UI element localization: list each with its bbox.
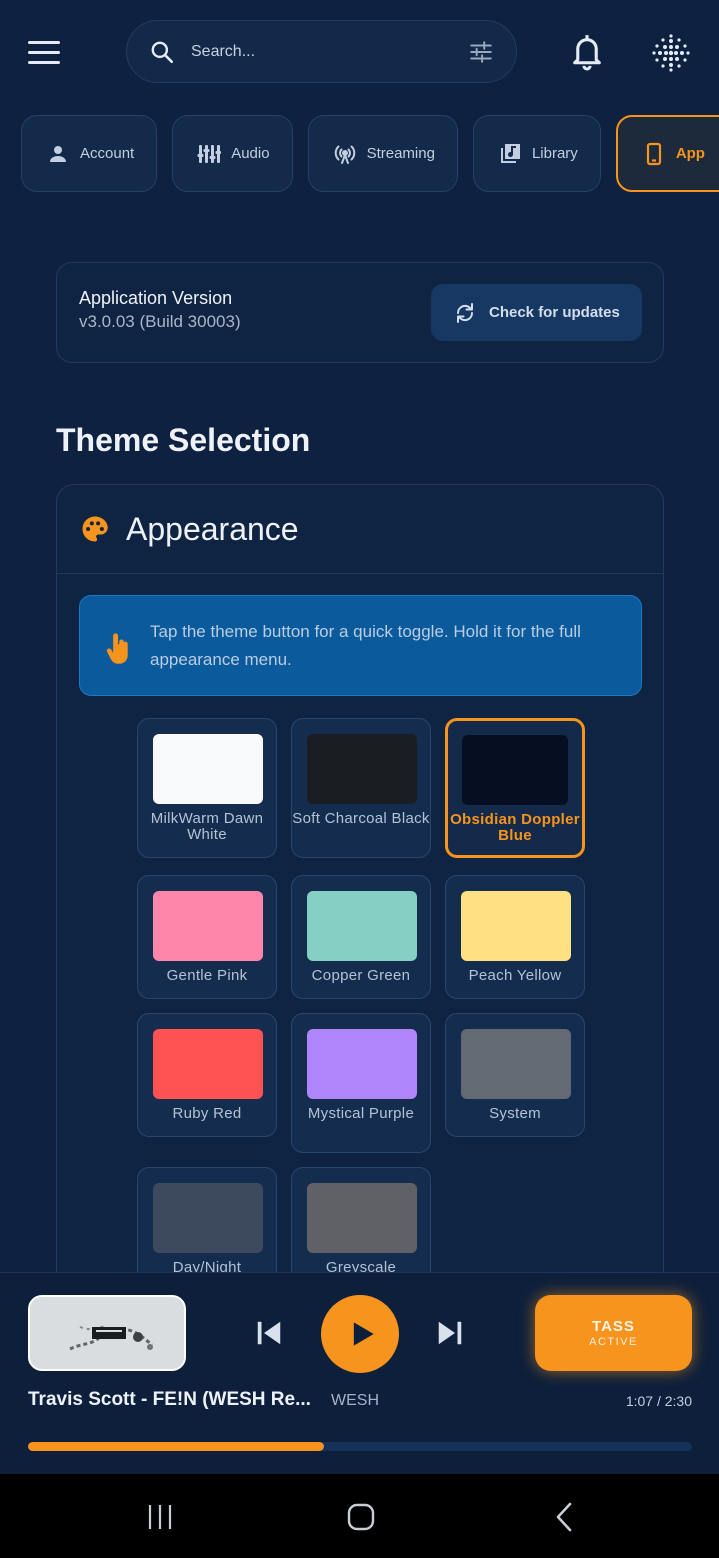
play-icon xyxy=(353,1322,374,1346)
theme-swatch xyxy=(461,1029,571,1099)
tab-label: App xyxy=(675,145,705,162)
phone-icon xyxy=(646,142,661,165)
theme-label: Peach Yellow xyxy=(468,967,562,984)
filter-icon[interactable] xyxy=(468,39,494,65)
tab-library[interactable]: Library xyxy=(472,115,601,192)
theme-swatch xyxy=(307,1183,417,1253)
tass-label: TASS xyxy=(592,1318,635,1335)
progress-fill xyxy=(28,1442,325,1451)
menu-icon[interactable] xyxy=(28,34,70,70)
theme-label: System xyxy=(489,1105,541,1122)
track-artist: WESH xyxy=(331,1392,379,1409)
album-art[interactable] xyxy=(28,1295,186,1371)
system-nav-bar xyxy=(0,1474,719,1558)
check-updates-button[interactable]: Check for updates xyxy=(431,284,642,341)
theme-label: Ruby Red xyxy=(172,1105,242,1122)
theme-option-soft-charcoal-black[interactable]: Soft Charcoal Black xyxy=(291,718,431,858)
recent-apps-icon[interactable] xyxy=(145,1502,175,1532)
tap-hand-icon xyxy=(106,633,128,664)
theme-option-obsidian-doppler-blue[interactable]: Obsidian Doppler Blue xyxy=(445,718,585,858)
tab-label: Library xyxy=(531,145,578,162)
theme-label: Obsidian Doppler Blue xyxy=(450,811,580,844)
theme-label: Soft Charcoal Black xyxy=(292,810,430,827)
check-updates-label: Check for updates xyxy=(489,304,620,321)
appearance-header: Appearance xyxy=(57,485,663,574)
theme-swatch xyxy=(462,735,568,805)
theme-swatch xyxy=(153,891,263,961)
album-art-image xyxy=(30,1297,184,1369)
tab-label: Account xyxy=(80,145,135,162)
person-icon xyxy=(50,145,66,162)
settings-tabs: Account Audio Streaming Library App xyxy=(21,115,719,192)
appearance-card: Appearance Tap the theme button for a qu… xyxy=(56,484,664,1304)
theme-option-milkwarm-dawn-white[interactable]: MilkWarm Dawn White xyxy=(137,718,277,858)
theme-swatch xyxy=(461,891,571,961)
search-input[interactable]: Search... xyxy=(191,43,468,61)
home-icon[interactable] xyxy=(346,1502,376,1532)
theme-selection-title: Theme Selection xyxy=(56,422,311,458)
tab-audio[interactable]: Audio xyxy=(172,115,293,192)
version-card: Application Version v3.0.03 (Build 30003… xyxy=(56,262,664,363)
theme-swatch xyxy=(307,891,417,961)
theme-option-system[interactable]: System xyxy=(445,1013,585,1137)
appearance-title: Appearance xyxy=(126,510,299,547)
theme-option-copper-green[interactable]: Copper Green xyxy=(291,875,431,999)
version-number: v3.0.03 (Build 30003) xyxy=(79,312,241,331)
equalizer-icon xyxy=(197,144,222,163)
tass-status: ACTIVE xyxy=(589,1336,638,1348)
theme-swatch xyxy=(307,734,417,804)
theme-hint-banner: Tap the theme button for a quick toggle.… xyxy=(79,595,642,696)
play-button[interactable] xyxy=(321,1295,399,1373)
theme-swatch xyxy=(153,1029,263,1099)
theme-label: Mystical Purple xyxy=(307,1105,415,1122)
tab-label: Audio xyxy=(231,145,270,162)
tab-label: Streaming xyxy=(366,145,435,162)
track-title: Travis Scott - FE!N (WESH Re... xyxy=(28,1389,311,1410)
next-icon[interactable] xyxy=(435,1318,465,1348)
tab-app[interactable]: App xyxy=(615,115,719,192)
theme-option-gentle-pink[interactable]: Gentle Pink xyxy=(137,875,277,999)
tass-button[interactable]: TASS ACTIVE xyxy=(535,1295,692,1371)
theme-swatch xyxy=(307,1029,417,1099)
theme-hint-text: Tap the theme button for a quick toggle.… xyxy=(150,622,581,669)
dots-grid-icon[interactable] xyxy=(650,32,692,74)
mini-player: TASS ACTIVE Travis Scott - FE!N (WESH Re… xyxy=(0,1272,719,1474)
theme-label: MilkWarm Dawn White xyxy=(150,810,264,843)
broadcast-icon xyxy=(334,145,355,164)
back-icon[interactable] xyxy=(552,1500,576,1534)
progress-bar[interactable] xyxy=(28,1442,692,1451)
library-music-icon xyxy=(500,143,520,163)
theme-option-ruby-red[interactable]: Ruby Red xyxy=(137,1013,277,1137)
tab-streaming[interactable]: Streaming xyxy=(307,115,458,192)
previous-icon[interactable] xyxy=(254,1318,284,1348)
palette-icon xyxy=(82,516,108,542)
theme-swatch xyxy=(153,1183,263,1253)
theme-label: Copper Green xyxy=(311,967,411,984)
bell-icon[interactable] xyxy=(568,32,606,72)
theme-swatch xyxy=(153,734,263,804)
version-title: Application Version xyxy=(79,288,233,308)
theme-label: Gentle Pink xyxy=(166,967,248,984)
search-icon xyxy=(151,41,174,63)
theme-option-mystical-purple[interactable]: Mystical Purple xyxy=(291,1013,431,1153)
theme-option-peach-yellow[interactable]: Peach Yellow xyxy=(445,875,585,999)
track-time: 1:07 / 2:30 xyxy=(625,1393,692,1409)
search-bar[interactable]: Search... xyxy=(126,20,517,83)
tab-account[interactable]: Account xyxy=(21,115,158,192)
sync-icon xyxy=(456,302,474,323)
